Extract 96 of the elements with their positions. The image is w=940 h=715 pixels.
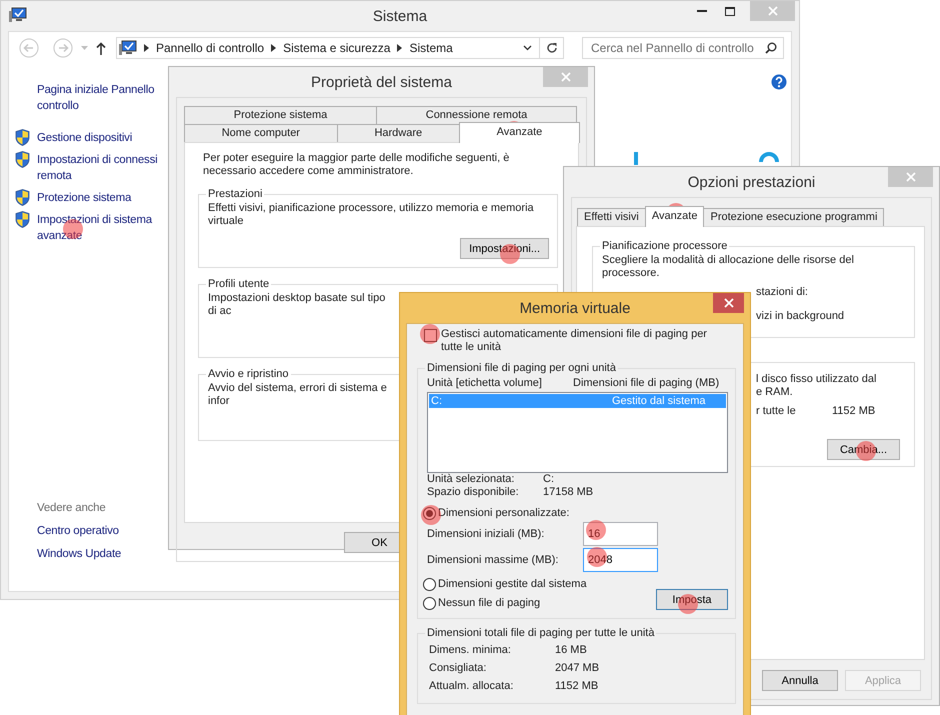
logo-drawing [634,152,638,165]
info-value: C: [543,473,554,486]
window-title: Sistema [372,8,428,24]
tab[interactable]: Connessione remota [376,106,577,124]
chevron-icon [271,44,276,52]
option-text: vizi in background [756,310,846,323]
computer-icon [9,7,27,23]
close-icon [768,6,778,16]
chevron-icon [397,44,402,52]
sidebar-link[interactable]: Pagina iniziale Pannello controllo [37,82,169,114]
drive-cell-text: C: [430,394,443,408]
group-label: Profili utente [207,278,270,290]
checkbox[interactable] [424,329,437,342]
radio-button[interactable] [423,597,436,610]
close-button[interactable] [713,293,744,313]
radio-button[interactable] [423,578,436,591]
up-arrow-icon[interactable] [96,42,106,54]
sidebar-link[interactable]: Centro operativo [37,523,169,539]
shield-icon [15,211,30,228]
search-field[interactable]: Cerca nel Pannello di controllo [582,37,784,59]
group-label: Dimensioni totali file di paging per tutte le unità [426,627,656,639]
info-value: 17158 MB [543,486,594,499]
sidebar-link[interactable]: Protezione sistema [37,190,132,206]
sidebar-link[interactable]: Gestione dispositivi [37,130,132,146]
tab[interactable]: Hardware [336,124,460,142]
tab[interactable]: Nome computer [184,124,338,142]
sidebar-link[interactable]: Windows Update [37,546,169,562]
info-value: 1152 MB [555,680,598,693]
notice-text: Per poter eseguire la maggior parte delle modifiche seguenti, è necessario accedere come amministratore. [203,152,510,178]
sidebar-link[interactable]: Impostazioni di sistema avanzate [37,212,152,244]
field-label: Dimensioni iniziali (MB): [427,528,546,540]
shield-icon [15,129,30,146]
maximize-icon [725,6,735,16]
sidebar-link[interactable]: Impostazioni di connessi remota [37,152,158,184]
info-label: Attualm. allocata: [428,680,514,693]
refresh-icon [546,42,558,54]
caret-icon[interactable] [523,45,532,51]
group-label: Dimensioni file di paging per ogni unità [426,362,617,374]
breadcrumb-item[interactable]: Pannello di controllo [156,41,264,55]
close-icon [560,72,570,82]
help-icon[interactable] [771,74,787,90]
change-button[interactable]: Cambia... [827,439,900,460]
chevron-icon [144,44,149,52]
dialog-title: Proprietà del sistema [310,74,453,90]
dialog-title: Opzioni prestazioni [686,174,816,190]
settings-button[interactable]: Impostazioni... [460,238,549,259]
tab[interactable]: Protezione sistema [184,106,378,124]
total-value: 1152 MB [832,405,876,417]
tab[interactable]: Avanzate [644,206,704,227]
breadcrumb-item[interactable]: Sistema [409,41,453,55]
size-cell: Gestito dal sistema [612,394,706,408]
tab[interactable]: Avanzate [458,122,580,143]
group-label: Pianificazione processore [601,240,728,252]
radio-label: Dimensioni gestite dal sistema [438,578,587,591]
field-label: Dimensioni massime (MB): [427,554,560,566]
group-label: Avvio e ripristino [207,368,290,380]
column-header: Unità [etichetta volume] [427,377,543,389]
group-text: e RAM. [756,386,794,399]
address-bar[interactable]: Pannello di controllo Sistema e sicurezza Sistema [116,37,564,59]
radio-button[interactable] [423,507,436,520]
option-text: stazioni di: [756,286,809,299]
info-label: Unità selezionata: [427,473,516,486]
section-heading: Vedere anche [37,501,107,516]
click-marker [586,520,606,540]
close-icon [724,298,734,308]
computer-icon [119,40,137,56]
set-button[interactable]: Imposta [656,589,728,610]
click-marker [420,324,440,344]
close-icon [906,172,916,182]
size-field[interactable]: 16 [583,522,658,546]
group-text: Effetti visivi, pianificazione processore, utilizzo memoria e memoria virtuale [208,202,535,228]
info-value: 2047 MB [555,662,600,675]
checkbox-label: Gestisci automaticamente dimensioni file di paging per tutte le unità [441,328,708,354]
shield-icon [15,189,30,206]
group-label: Prestazioni [207,188,264,200]
info-label: Consigliata: [428,662,488,675]
tab[interactable]: Effetti visivi [577,208,646,226]
breadcrumb-item[interactable]: Sistema e sicurezza [283,41,390,55]
tab[interactable]: Protezione esecuzione programmi [703,208,884,226]
info-value: 16 MB [555,644,587,657]
info-label: Dimens. minima: [428,644,512,657]
shield-icon [15,151,30,168]
dialog-button[interactable]: Annulla [762,670,838,691]
radio-label: Nessun file di paging [438,597,540,610]
dialog-title: Memoria virtuale [518,300,632,316]
search-icon[interactable] [765,42,777,54]
group-text: l disco fisso utilizzato dal [756,373,878,386]
group-text: Impostazioni desktop basate sul tipo di ac [208,292,386,318]
minimize-icon [697,10,707,12]
group-text: Scegliere la modalità di allocazione delle risorse del processore. [602,254,855,280]
info-label: Spazio disponibile: [427,486,520,499]
total-label: r tutte le [756,405,797,417]
group-text: Avvio del sistema, errori di sistema e infor [208,382,388,408]
logo-drawing [759,150,779,162]
radio-label: Dimensioni personalizzate: [438,507,570,520]
column-header: Dimensioni file di paging (MB) [573,377,720,389]
